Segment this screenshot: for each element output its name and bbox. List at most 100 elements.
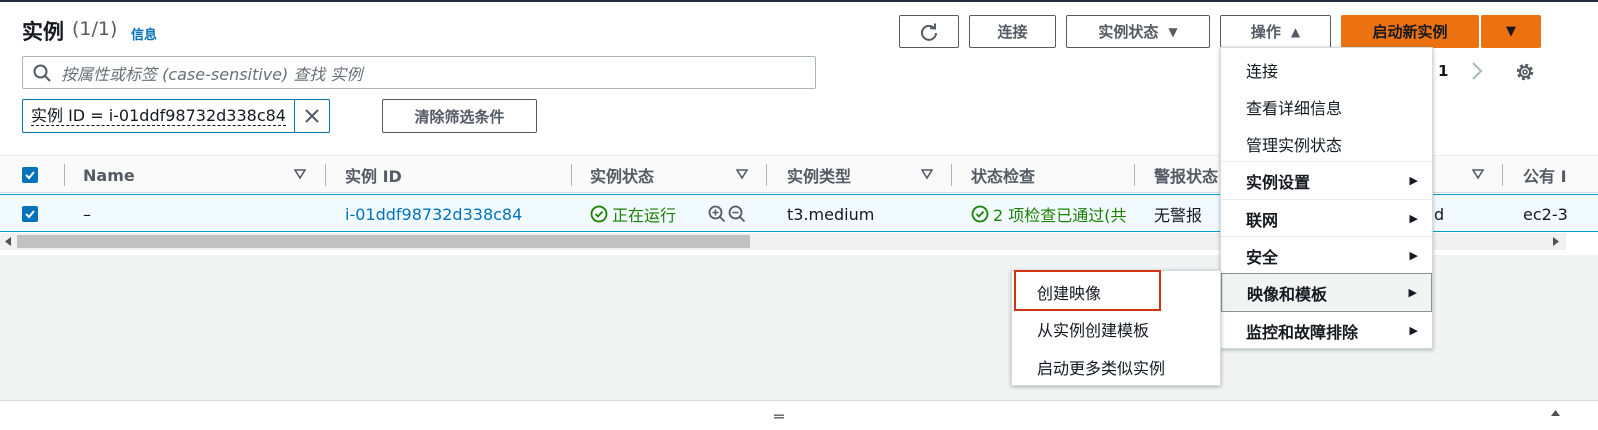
instance-count: (1/1) <box>72 18 118 40</box>
menu-item-monitor-troubleshoot[interactable]: 监控和故障排除 ▶ <box>1221 312 1432 349</box>
cell-public-dns: ec2-3 <box>1523 204 1568 224</box>
cell-status-check: 2 项检查已通过(共 <box>971 195 1136 233</box>
menu-item-label: 安全 <box>1246 247 1279 267</box>
filter-token: 实例 ID = i-01ddf98732d338c84 <box>22 99 330 133</box>
column-divider <box>951 164 952 186</box>
menu-item-view-details[interactable]: 查看详细信息 <box>1221 89 1432 125</box>
submenu-item-label: 从实例创建模板 <box>1037 320 1150 340</box>
filter-token-text[interactable]: 实例 ID = i-01ddf98732d338c84 <box>23 100 295 132</box>
check-icon <box>25 171 35 180</box>
actions-button[interactable]: 操作 ▲ <box>1220 15 1331 48</box>
menu-item-security[interactable]: 安全 ▶ <box>1221 237 1432 274</box>
cell-alarm-status: 无警报 <box>1154 206 1203 225</box>
highlight-box <box>1014 270 1161 311</box>
refresh-button[interactable] <box>899 15 959 48</box>
scrollbar-thumb[interactable] <box>17 235 750 248</box>
instance-state-button[interactable]: 实例状态 ▼ <box>1066 15 1210 48</box>
caret-right-icon: ▶ <box>1409 212 1418 225</box>
column-header-instance-state[interactable]: 实例状态 <box>590 156 654 194</box>
page-title: 实例 <box>22 20 64 44</box>
menu-item-images-templates[interactable]: 映像和模板 ▶ <box>1221 273 1432 312</box>
launch-dropdown-button[interactable]: ▼ <box>1481 15 1541 48</box>
success-check-icon <box>590 205 608 223</box>
menu-item-label: 管理实例状态 <box>1246 136 1343 155</box>
refresh-icon <box>921 23 937 41</box>
launch-instance-label: 启动新实例 <box>1372 23 1448 41</box>
caret-up-icon: ▲ <box>1290 24 1301 39</box>
menu-item-label: 查看详细信息 <box>1246 99 1343 118</box>
info-link[interactable]: 信息 <box>131 24 157 43</box>
scroll-up-icon[interactable] <box>1550 409 1561 417</box>
page-number[interactable]: 1 <box>1438 62 1448 80</box>
menu-item-instance-settings[interactable]: 实例设置 ▶ <box>1221 162 1432 199</box>
search-icon <box>33 64 51 82</box>
cell-instance-state: 正在运行 <box>590 195 676 233</box>
menu-item-label: 映像和模板 <box>1247 284 1328 304</box>
menu-item-connect[interactable]: 连接 <box>1221 52 1432 88</box>
cell-instance-id[interactable]: i-01ddf98732d338c84 <box>345 195 522 233</box>
clear-filters-label: 清除筛选条件 <box>414 107 505 126</box>
column-header-name[interactable]: Name <box>83 156 135 194</box>
menu-item-label: 连接 <box>1246 62 1279 81</box>
zoom-in-icon[interactable] <box>708 205 726 223</box>
column-header-alarm-status[interactable]: 警报状态 <box>1154 156 1218 194</box>
search-placeholder: 按属性或标签 (case-sensitive) 查找 实例 <box>61 64 363 84</box>
search-input[interactable]: 按属性或标签 (case-sensitive) 查找 实例 <box>22 56 816 89</box>
connect-button[interactable]: 连接 <box>969 15 1056 48</box>
caret-down-icon: ▼ <box>1506 24 1516 39</box>
zoom-out-icon[interactable] <box>728 205 746 223</box>
caret-down-icon: ▼ <box>1168 24 1178 39</box>
caret-right-icon: ▶ <box>1408 286 1417 299</box>
column-divider <box>64 164 65 186</box>
column-divider <box>571 164 572 186</box>
actions-menu: 连接 查看详细信息 管理实例状态 实例设置 ▶ 联网 ▶ 安全 ▶ 映像和模板 ▶ 监控… <box>1220 47 1433 349</box>
column-header-public-ip[interactable]: 公有 I <box>1523 156 1567 194</box>
gear-icon <box>1516 63 1534 81</box>
submenu-item-launch-more[interactable]: 启动更多类似实例 <box>1012 348 1220 385</box>
sort-caret-icon[interactable] <box>736 167 748 181</box>
menu-item-manage-state[interactable]: 管理实例状态 <box>1221 126 1432 162</box>
chevron-right-icon <box>1472 62 1483 80</box>
sort-caret-icon[interactable] <box>294 167 306 181</box>
close-icon <box>305 109 319 123</box>
remove-filter-button[interactable] <box>295 100 329 132</box>
submenu-item-create-template[interactable]: 从实例创建模板 <box>1012 310 1220 347</box>
success-check-icon <box>971 205 989 223</box>
menu-item-label: 实例设置 <box>1246 172 1311 192</box>
caret-right-icon: ▶ <box>1409 249 1418 262</box>
column-divider <box>1134 164 1135 186</box>
actions-button-label: 操作 <box>1250 23 1281 41</box>
instance-state-text: 正在运行 <box>612 206 677 225</box>
instance-state-label: 实例状态 <box>1098 23 1159 41</box>
scroll-left-icon[interactable] <box>4 236 12 247</box>
menu-item-networking[interactable]: 联网 ▶ <box>1221 200 1432 237</box>
column-header-instance-type[interactable]: 实例类型 <box>787 156 851 194</box>
launch-instance-button[interactable]: 启动新实例 <box>1341 15 1479 48</box>
submenu-item-label: 启动更多类似实例 <box>1037 358 1166 378</box>
status-check-text: 2 项检查已通过(共 <box>993 206 1127 225</box>
clear-filters-button[interactable]: 清除筛选条件 <box>382 99 537 133</box>
scroll-right-icon[interactable] <box>1552 236 1560 247</box>
cell-instance-type: t3.medium <box>787 204 875 224</box>
column-divider <box>1502 164 1503 186</box>
sort-caret-icon[interactable] <box>921 167 933 181</box>
select-all-checkbox[interactable] <box>22 167 38 183</box>
filter-token-label: 实例 ID = i-01ddf98732d338c84 <box>31 105 286 126</box>
settings-button[interactable] <box>1513 60 1537 88</box>
column-divider <box>325 164 326 186</box>
caret-right-icon: ▶ <box>1409 324 1418 337</box>
sort-caret-icon[interactable] <box>1472 167 1484 181</box>
menu-item-label: 联网 <box>1246 210 1279 230</box>
caret-right-icon: ▶ <box>1409 174 1418 187</box>
details-panel: ═ <box>0 400 1598 430</box>
row-checkbox[interactable] <box>22 206 38 222</box>
menu-item-label: 监控和故障排除 <box>1246 322 1359 342</box>
cell-name: – <box>83 204 91 224</box>
check-icon <box>25 210 35 219</box>
column-header-instance-id[interactable]: 实例 ID <box>345 156 402 194</box>
column-divider <box>766 164 767 186</box>
column-header-status-check[interactable]: 状态检查 <box>971 156 1035 194</box>
next-page-button[interactable] <box>1470 60 1484 86</box>
cell-availability-zone: d <box>1434 204 1445 224</box>
resize-handle-icon[interactable]: ═ <box>774 407 784 426</box>
